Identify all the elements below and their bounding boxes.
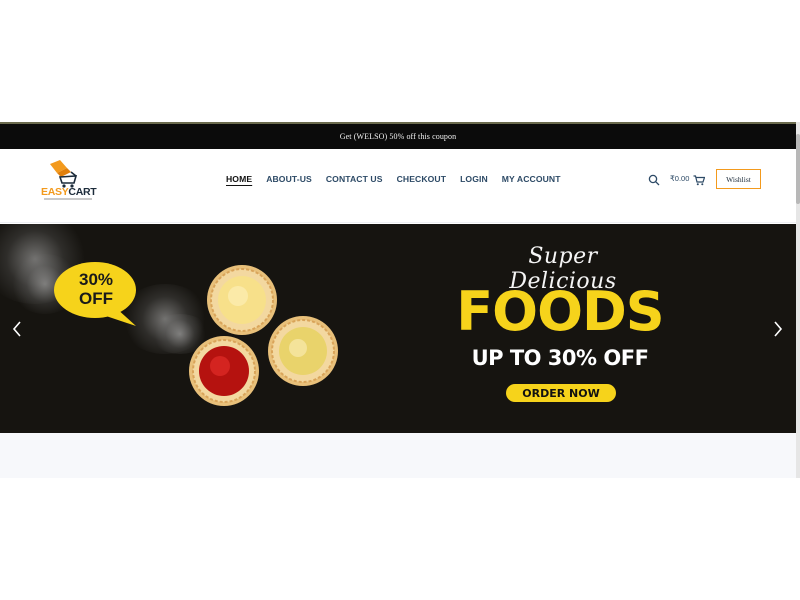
hero-slider: 30% OFF Super Delicious FOODS UP TO 30% … [0, 224, 796, 433]
cart-logo-icon [50, 160, 78, 188]
hero-headline: FOODS [456, 280, 664, 343]
logo-text-cart: CART [68, 186, 97, 198]
logo-tagline [44, 198, 92, 200]
nav-item-checkout[interactable]: CHECKOUT [397, 174, 447, 184]
nav-item-contact-us[interactable]: CONTACT US [326, 174, 383, 184]
chevron-left-icon[interactable] [10, 320, 24, 338]
nav-item-my-account[interactable]: MY ACCOUNT [502, 174, 561, 184]
cart-total[interactable]: ₹0.00 [670, 174, 689, 183]
hero-subline: UP TO 30% OFF [471, 346, 649, 370]
site-header: EASYCART HOME ABOUT-US CONTACT US CHECKO… [0, 149, 796, 223]
cart-icon[interactable] [693, 173, 706, 186]
main-nav: HOME ABOUT-US CONTACT US CHECKOUT LOGIN … [226, 174, 575, 184]
nav-item-home[interactable]: HOME [226, 174, 252, 184]
scrollbar-thumb[interactable] [796, 134, 800, 204]
page-scrollbar[interactable] [796, 122, 800, 478]
logo-text-easy: EASY [41, 186, 69, 198]
order-now-button[interactable]: ORDER NOW [506, 384, 616, 402]
nav-item-login[interactable]: LOGIN [460, 174, 488, 184]
browser-viewport: Get (WELSO) 50% off this coupon EASYCART [0, 0, 800, 600]
chevron-right-icon[interactable] [771, 320, 785, 338]
badge-off: OFF [79, 289, 113, 308]
badge-percent: 30% [78, 270, 114, 289]
food-tarts-image [189, 265, 338, 406]
discount-badge: 30% OFF [54, 270, 138, 308]
wishlist-button[interactable]: Wishlist [716, 169, 761, 189]
announcement-bar: Get (WELSO) 50% off this coupon [0, 122, 796, 149]
search-icon[interactable] [648, 173, 660, 186]
nav-item-about-us[interactable]: ABOUT-US [266, 174, 312, 184]
logo-wordmark: EASYCART [41, 186, 97, 198]
site-logo[interactable]: EASYCART [40, 158, 97, 200]
website: Get (WELSO) 50% off this coupon EASYCART [0, 122, 800, 478]
announcement-text: Get (WELSO) 50% off this coupon [339, 132, 457, 141]
content-area [0, 433, 796, 478]
